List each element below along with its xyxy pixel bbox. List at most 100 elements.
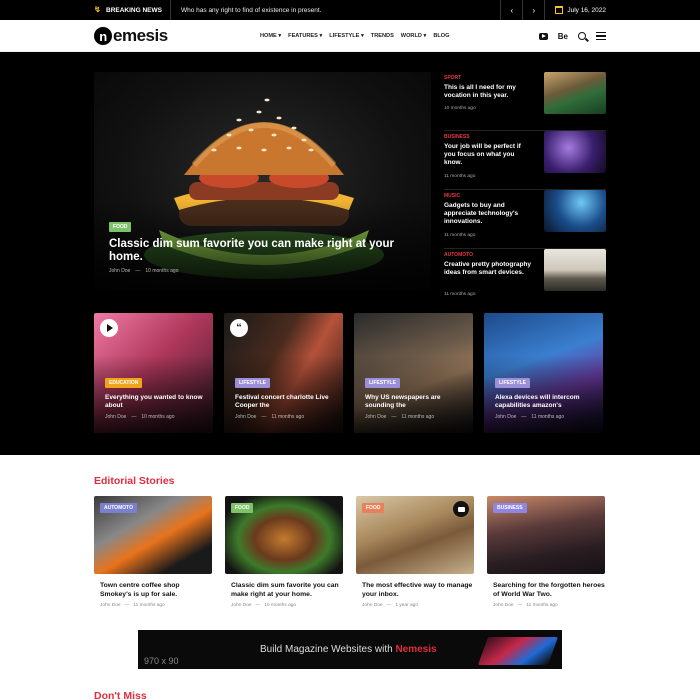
editorial-item[interactable]: AUTOMOTO Town centre coffee shop Smokey'… [94, 496, 212, 608]
search-icon[interactable] [578, 32, 586, 40]
editorial-item[interactable]: BUSINESS Searching for the forgotten her… [487, 496, 605, 608]
side-post-time: 11 months ago [444, 174, 476, 179]
side-post-image[interactable] [544, 131, 606, 173]
site-logo[interactable]: n emesis [94, 26, 168, 46]
side-post[interactable]: AUTOMOTO Creative pretty photography ide… [444, 249, 606, 308]
calendar-icon [555, 6, 564, 14]
camera-icon[interactable] [453, 501, 469, 517]
hero-post[interactable]: FOOD Classic dim sum favorite you can ma… [94, 72, 431, 291]
header-icons: Be [538, 20, 606, 52]
ad-brand: Nemesis [395, 644, 437, 655]
side-post-category[interactable]: SPORT [444, 75, 461, 81]
card-meta: John Doe —10 months ago [105, 414, 175, 420]
hero-author[interactable]: John Doe [109, 268, 130, 274]
editorial-item[interactable]: FOOD Classic dim sum favorite you can ma… [225, 496, 343, 608]
nav-item-world[interactable]: WORLD ▾ [401, 33, 427, 39]
card-tag[interactable]: LIFESTYLE [365, 378, 400, 388]
nav-item-trends[interactable]: TRENDS [371, 33, 394, 39]
editorial-title[interactable]: Searching for the forgotten heroes of Wo… [487, 582, 605, 599]
side-post-title[interactable]: Creative pretty photography ideas from s… [444, 261, 534, 277]
side-post[interactable]: SPORT This is all I need for my vocation… [444, 72, 606, 131]
quote-icon[interactable]: “ [230, 319, 248, 337]
editorial-meta: John Doe —11 months ago [100, 603, 165, 608]
side-post-image[interactable] [544, 190, 606, 232]
ad-text: Build Magazine Websites with Nemesis [260, 644, 437, 655]
laptop-image [477, 637, 559, 665]
side-post-title[interactable]: Gadgets to buy and appreciate technology… [444, 202, 534, 226]
editorial-title[interactable]: Town centre coffee shop Smokey's is up f… [94, 582, 212, 599]
featured-card[interactable]: EDUCATION Everything you wanted to know … [94, 313, 213, 433]
dont-miss-heading: Don't Miss [94, 690, 147, 700]
side-post-category[interactable]: MUSIC [444, 193, 460, 199]
editorial-tag[interactable]: BUSINESS [493, 503, 527, 513]
nav-item-home[interactable]: HOME ▾ [260, 33, 281, 39]
hero-tag[interactable]: FOOD [109, 222, 132, 232]
featured-card[interactable]: “ LIFESTYLE Festival concert charlotte L… [224, 313, 343, 433]
side-post-time: 10 months ago [444, 106, 476, 111]
editorial-item[interactable]: FOOD The most effective way to manage yo… [356, 496, 474, 608]
logo-text: emesis [113, 26, 168, 45]
editorial-image[interactable]: AUTOMOTO [94, 496, 212, 574]
card-title[interactable]: Festival concert charlotte Live Cooper t… [235, 394, 335, 410]
ad-banner[interactable]: 970 x 90 Build Magazine Websites with Ne… [138, 630, 562, 669]
date-text: July 16, 2022 [567, 6, 606, 14]
side-post-title[interactable]: This is all I need for my vocation in th… [444, 84, 534, 100]
editorial-meta: John Doe —1 year ago [362, 603, 419, 608]
featured-card[interactable]: LIFESTYLE Why US newspapers are sounding… [354, 313, 473, 433]
top-bar: ↯ BREAKING NEWS Who has any right to fin… [0, 0, 700, 20]
page: ↯ BREAKING NEWS Who has any right to fin… [0, 0, 700, 700]
side-post-category[interactable]: AUTOMOTO [444, 252, 473, 258]
behance-icon[interactable]: Be [558, 32, 568, 41]
side-post[interactable]: MUSIC Gadgets to buy and appreciate tech… [444, 190, 606, 249]
card-tag[interactable]: LIFESTYLE [495, 378, 530, 388]
card-meta: John Doe —11 months ago [235, 414, 305, 420]
site-header: n emesis HOME ▾ FEATURES ▾ LIFESTYLE ▾ T… [0, 20, 700, 52]
editorial-tag[interactable]: AUTOMOTO [100, 503, 137, 513]
breaking-news-text: BREAKING NEWS [106, 6, 162, 14]
youtube-icon[interactable] [538, 32, 548, 40]
side-post[interactable]: BUSINESS Your job will be perfect if you… [444, 131, 606, 190]
editorial-tag[interactable]: FOOD [231, 503, 254, 513]
main-nav: HOME ▾ FEATURES ▾ LIFESTYLE ▾ TRENDS WOR… [260, 20, 449, 52]
featured-cards: EDUCATION Everything you wanted to know … [94, 313, 606, 433]
side-posts: SPORT This is all I need for my vocation… [444, 72, 606, 308]
editorial-image[interactable]: BUSINESS [487, 496, 605, 574]
card-meta: John Doe —11 months ago [365, 414, 435, 420]
breaking-news-headline[interactable]: Who has any right to find of existence i… [181, 7, 500, 14]
menu-icon[interactable] [596, 32, 606, 40]
side-post-category[interactable]: BUSINESS [444, 134, 470, 140]
editorial-tag[interactable]: FOOD [362, 503, 385, 513]
editorial-image[interactable]: FOOD [225, 496, 343, 574]
hero-title[interactable]: Classic dim sum favorite you can make ri… [109, 238, 409, 264]
side-post-image[interactable] [544, 72, 606, 114]
featured-section: FOOD Classic dim sum favorite you can ma… [0, 52, 700, 455]
breaking-news-label: ↯ BREAKING NEWS [94, 0, 171, 20]
nav-item-blog[interactable]: BLOG [433, 33, 449, 39]
card-title[interactable]: Alexa devices will intercom capabilities… [495, 394, 595, 410]
chevron-right-icon[interactable]: › [522, 0, 544, 20]
card-title[interactable]: Why US newspapers are sounding the [365, 394, 465, 410]
card-title[interactable]: Everything you wanted to know about [105, 394, 205, 410]
nav-item-features[interactable]: FEATURES ▾ [288, 33, 322, 39]
featured-card[interactable]: LIFESTYLE Alexa devices will intercom ca… [484, 313, 603, 433]
card-tag[interactable]: LIFESTYLE [235, 378, 270, 388]
play-icon[interactable] [100, 319, 118, 337]
editorial-title[interactable]: The most effective way to manage your in… [356, 582, 474, 599]
side-post-title[interactable]: Your job will be perfect if you focus on… [444, 143, 534, 167]
editorial-meta: John Doe —11 months ago [493, 603, 558, 608]
editorial-image[interactable]: FOOD [356, 496, 474, 574]
bolt-icon: ↯ [94, 5, 101, 14]
card-meta: John Doe —11 months ago [495, 414, 565, 420]
card-tag[interactable]: EDUCATION [105, 378, 143, 388]
nav-item-lifestyle[interactable]: LIFESTYLE ▾ [329, 33, 364, 39]
chevron-left-icon[interactable]: ‹ [500, 0, 522, 20]
date-display: July 16, 2022 [544, 0, 606, 20]
editorial-title[interactable]: Classic dim sum favorite you can make ri… [225, 582, 343, 599]
editorial-heading: Editorial Stories [94, 475, 175, 487]
hero-meta: John Doe — 10 months ago [109, 268, 179, 274]
ad-size: 970 x 90 [144, 656, 179, 666]
editorial-list: AUTOMOTO Town centre coffee shop Smokey'… [94, 496, 606, 608]
side-post-image[interactable] [544, 249, 606, 291]
side-post-time: 11 months ago [444, 292, 476, 297]
logo-mark: n [94, 27, 112, 45]
